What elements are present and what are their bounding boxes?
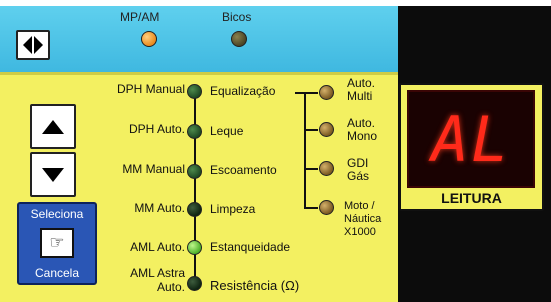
bracket-tick-4 — [304, 207, 318, 209]
display-caption: LEITURA — [441, 190, 502, 206]
mode-led-equalizacao — [187, 84, 202, 99]
option-auto-mono-line2: Mono — [347, 129, 378, 143]
select-cancel-button[interactable]: Seleciona ☞ Cancela — [17, 202, 97, 285]
option-auto-multi-line2: Multi — [347, 89, 373, 103]
bicos-led — [231, 31, 247, 47]
option-moto-line3: X1000 — [344, 226, 376, 238]
control-panel: MP/AM Bicos Seleciona ☞ Cancela DPH Manu… — [0, 0, 551, 302]
option-label-gdi-gas: GDI Gás — [347, 157, 369, 183]
mode-led-leque — [187, 124, 202, 139]
mode-led-resistencia — [187, 276, 202, 291]
left-label-dph-manual: DPH Manual — [116, 82, 185, 96]
cancel-label: Cancela — [34, 266, 80, 280]
select-label: Seleciona — [30, 207, 84, 221]
mode-led-escoamento — [187, 164, 202, 179]
mode-label-estanqueidade: Estanqueidade — [210, 240, 291, 254]
up-button[interactable] — [30, 104, 76, 149]
mp-am-label: MP/AM — [120, 10, 160, 24]
left-label-mm-manual: MM Manual — [122, 162, 185, 176]
down-button[interactable] — [30, 152, 76, 197]
option-label-moto-nautica: Moto / Náutica X1000 — [344, 200, 381, 239]
bracket-tick-2 — [304, 129, 318, 131]
central-line — [194, 92, 196, 288]
mode-label-limpeza: Limpeza — [210, 202, 256, 216]
mode-label-leque: Leque — [210, 124, 244, 138]
option-label-auto-multi: Auto. Multi — [347, 77, 375, 103]
option-label-auto-mono: Auto. Mono — [347, 117, 377, 143]
mp-am-led — [141, 31, 157, 47]
top-blue-bar — [0, 6, 398, 72]
mode-label-equalizacao: Equalização — [210, 84, 276, 98]
mode-label-escoamento: Escoamento — [210, 163, 277, 177]
pointing-hand-icon: ☞ — [40, 228, 74, 258]
left-right-arrows-icon — [23, 36, 43, 54]
mode-led-estanqueidade — [187, 240, 202, 255]
option-moto-line2: Náutica — [344, 213, 382, 225]
option-gdi-gas-line2: Gás — [347, 169, 370, 183]
option-led-gdi-gas — [319, 161, 334, 176]
left-right-button[interactable] — [16, 30, 50, 60]
bicos-label: Bicos — [222, 10, 252, 24]
bracket-line — [304, 92, 306, 208]
option-led-auto-mono — [319, 122, 334, 137]
mode-led-limpeza — [187, 202, 202, 217]
option-led-auto-multi — [319, 85, 334, 100]
option-led-moto-nautica — [319, 200, 334, 215]
bracket-tick-1 — [304, 92, 318, 94]
mode-label-resistencia: Resistência (Ω) — [210, 278, 300, 293]
left-label-aml-auto: AML Auto. — [130, 240, 185, 254]
left-label-dph-auto: DPH Auto. — [128, 122, 185, 136]
arrow-down-icon — [42, 167, 64, 182]
left-label-mm-auto: MM Auto. — [134, 201, 185, 215]
bracket-tick-3 — [304, 168, 318, 170]
left-label-aml-astra-auto: Auto. — [156, 280, 185, 294]
option-moto-line1: Moto / — [344, 200, 375, 212]
left-label-aml-astra: AML Astra — [130, 266, 185, 280]
display-value: AL — [431, 102, 511, 176]
arrow-up-icon — [42, 119, 64, 134]
seven-segment-screen: AL — [407, 90, 535, 188]
reading-display: AL LEITURA — [399, 83, 544, 211]
